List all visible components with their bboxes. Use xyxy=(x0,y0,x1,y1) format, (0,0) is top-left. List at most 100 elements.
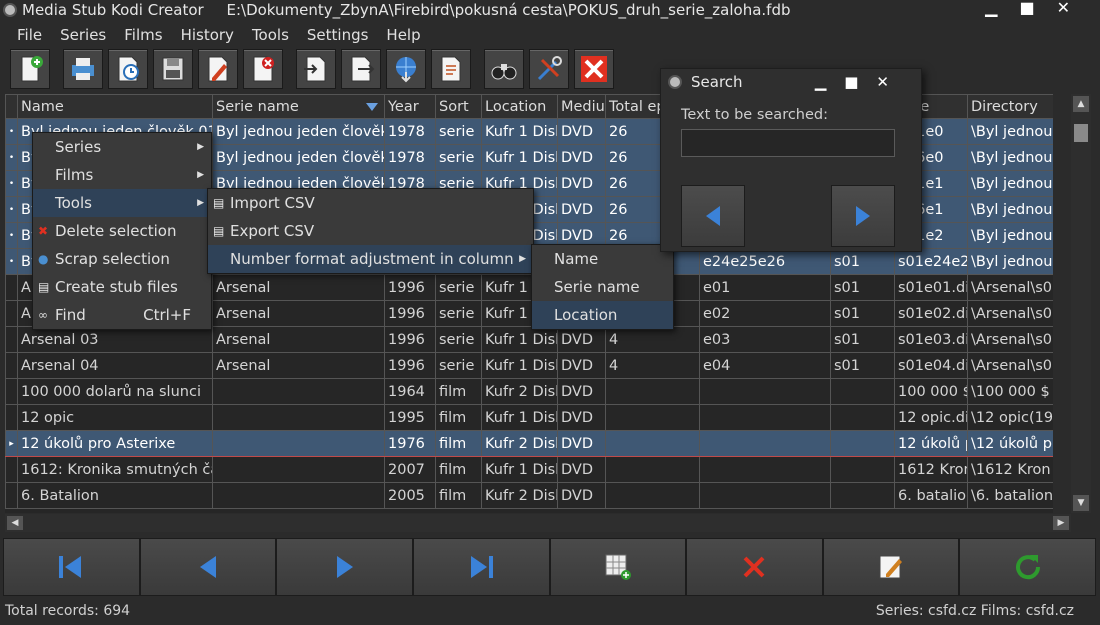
table-cell[interactable]: Kufr 2 Disk xyxy=(481,430,558,457)
table-cell[interactable] xyxy=(212,378,385,405)
table-cell[interactable]: DVD xyxy=(557,456,606,483)
row-indicator[interactable]: • xyxy=(5,118,18,145)
table-cell[interactable]: \Arsenal\s0 xyxy=(967,326,1053,353)
menu-help[interactable]: Help xyxy=(377,24,429,46)
table-cell[interactable]: serie xyxy=(435,274,482,301)
ctx-films[interactable]: Films ▶ xyxy=(33,161,211,189)
table-cell[interactable] xyxy=(830,482,895,509)
ctx-tools[interactable]: Tools ▶ xyxy=(33,189,211,217)
table-cell[interactable] xyxy=(212,404,385,431)
scroll-left-icon[interactable]: ◀ xyxy=(7,516,23,530)
table-cell[interactable] xyxy=(605,430,700,457)
scroll-down-icon[interactable]: ▼ xyxy=(1073,495,1089,511)
table-cell[interactable]: Kufr 2 Disk xyxy=(481,378,558,405)
table-cell[interactable]: DVD xyxy=(557,482,606,509)
table-cell[interactable]: s01 xyxy=(830,274,895,301)
row-indicator[interactable] xyxy=(5,274,18,301)
table-cell[interactable]: \Byl jednou xyxy=(967,118,1053,145)
save-button[interactable] xyxy=(153,49,193,89)
minimize-button[interactable]: ▁ xyxy=(985,0,997,18)
table-cell[interactable] xyxy=(830,378,895,405)
table-cell[interactable]: \12 opic(19 xyxy=(967,404,1053,431)
search-maximize-button[interactable]: ■ xyxy=(844,69,858,95)
table-cell[interactable]: serie xyxy=(435,326,482,353)
table-cell[interactable]: DVD xyxy=(557,404,606,431)
search-minimize-button[interactable]: ▁ xyxy=(815,69,827,95)
column-header[interactable]: Serie name xyxy=(212,94,385,119)
table-cell[interactable] xyxy=(830,456,895,483)
table-cell[interactable]: 1996 xyxy=(384,274,436,301)
scroll-up-icon[interactable]: ▲ xyxy=(1073,96,1089,112)
scroll-right-icon[interactable]: ▶ xyxy=(1053,516,1069,530)
table-cell[interactable]: 12 úkolů pro Asterixe xyxy=(17,430,213,457)
horizontal-scrollbar[interactable]: ◀ ▶ xyxy=(5,514,1071,532)
table-cell[interactable]: 12 opic.di xyxy=(894,404,968,431)
table-cell[interactable]: \Byl jednou xyxy=(967,196,1053,223)
delete-record-nav-button[interactable] xyxy=(686,538,823,596)
table-row[interactable]: 12 opic 1995 film Kufr 1 Disk DVD 12 opic.di \… xyxy=(5,404,1053,431)
table-cell[interactable] xyxy=(605,456,700,483)
table-cell[interactable]: 2007 xyxy=(384,456,436,483)
search-input[interactable] xyxy=(681,129,895,157)
table-cell[interactable]: 1976 xyxy=(384,430,436,457)
row-indicator[interactable] xyxy=(5,378,18,405)
ctx-create-stub-files[interactable]: ▤ Create stub files xyxy=(33,273,211,301)
ctx-column-location[interactable]: Location xyxy=(532,301,673,329)
import-button[interactable] xyxy=(296,49,336,89)
table-cell[interactable] xyxy=(212,482,385,509)
table-cell[interactable]: film xyxy=(435,456,482,483)
table-row[interactable]: 6. Batalion 2005 film Kufr 2 Disk DVD 6. bata… xyxy=(5,482,1053,509)
search-close-button[interactable]: ✕ xyxy=(876,69,889,95)
ctx-import-csv[interactable]: ▤ Import CSV xyxy=(208,189,533,217)
table-cell[interactable]: 4 xyxy=(605,352,700,379)
table-cell[interactable] xyxy=(699,456,831,483)
table-cell[interactable]: DVD xyxy=(557,170,606,197)
table-cell[interactable]: 1612 Kron xyxy=(894,456,968,483)
print-button[interactable] xyxy=(63,49,103,89)
table-cell[interactable]: \Byl jednou xyxy=(967,222,1053,249)
table-cell[interactable]: s01e03.di xyxy=(894,326,968,353)
table-row[interactable]: Arsenal 03 Arsenal 1996 serie Kufr 1 Disk DVD… xyxy=(5,326,1053,353)
table-cell[interactable]: Arsenal 03 xyxy=(17,326,213,353)
menu-history[interactable]: History xyxy=(172,24,243,46)
table-cell[interactable] xyxy=(605,378,700,405)
table-cell[interactable]: Kufr 1 Disk xyxy=(481,352,558,379)
table-cell[interactable]: s01 xyxy=(830,300,895,327)
table-cell[interactable]: 4 xyxy=(605,326,700,353)
table-cell[interactable]: \100 000 $ xyxy=(967,378,1053,405)
menu-series[interactable]: Series xyxy=(51,24,115,46)
table-cell[interactable]: 1996 xyxy=(384,352,436,379)
table-cell[interactable]: 1996 xyxy=(384,326,436,353)
table-cell[interactable] xyxy=(830,430,895,457)
ctx-number-format[interactable]: Number format adjustment in column ▶ xyxy=(208,245,533,273)
table-cell[interactable]: 1612: Kronika smutných časů xyxy=(17,456,213,483)
search-previous-button[interactable] xyxy=(681,185,745,247)
table-row[interactable]: 1612: Kronika smutných časů 2007filmKufr … xyxy=(5,456,1053,483)
table-cell[interactable]: s01e02.di xyxy=(894,300,968,327)
table-cell[interactable]: \12 úkolů p xyxy=(967,430,1053,457)
insert-record-button[interactable] xyxy=(549,538,687,596)
table-cell[interactable]: DVD xyxy=(557,326,606,353)
table-cell[interactable]: s01e24e2 xyxy=(894,248,968,275)
table-row[interactable]: 100 000 dolarů na slunci 1964 film Kufr 2 D… xyxy=(5,378,1053,405)
last-record-button[interactable] xyxy=(412,538,550,596)
menu-tools[interactable]: Tools xyxy=(243,24,298,46)
table-cell[interactable] xyxy=(699,404,831,431)
column-header[interactable]: Mediu xyxy=(557,94,606,119)
ctx-delete-selection[interactable]: ✖ Delete selection xyxy=(33,217,211,245)
table-cell[interactable]: film xyxy=(435,482,482,509)
row-indicator[interactable] xyxy=(5,404,18,431)
exit-button[interactable] xyxy=(574,49,614,89)
table-cell[interactable]: 1978 xyxy=(384,144,436,171)
table-cell[interactable]: 1978 xyxy=(384,118,436,145)
table-cell[interactable]: film xyxy=(435,404,482,431)
table-cell[interactable]: DVD xyxy=(557,118,606,145)
settings-button[interactable] xyxy=(529,49,569,89)
table-cell[interactable]: 100 000 dolarů na slunci xyxy=(17,378,213,405)
table-cell[interactable]: DVD xyxy=(557,430,606,457)
table-cell[interactable]: Kufr 1 Disk xyxy=(481,144,558,171)
column-header[interactable]: Directory xyxy=(967,94,1053,119)
row-indicator[interactable] xyxy=(5,300,18,327)
search-next-button[interactable] xyxy=(831,185,895,247)
ctx-column-serie-name[interactable]: Serie name xyxy=(532,273,673,301)
